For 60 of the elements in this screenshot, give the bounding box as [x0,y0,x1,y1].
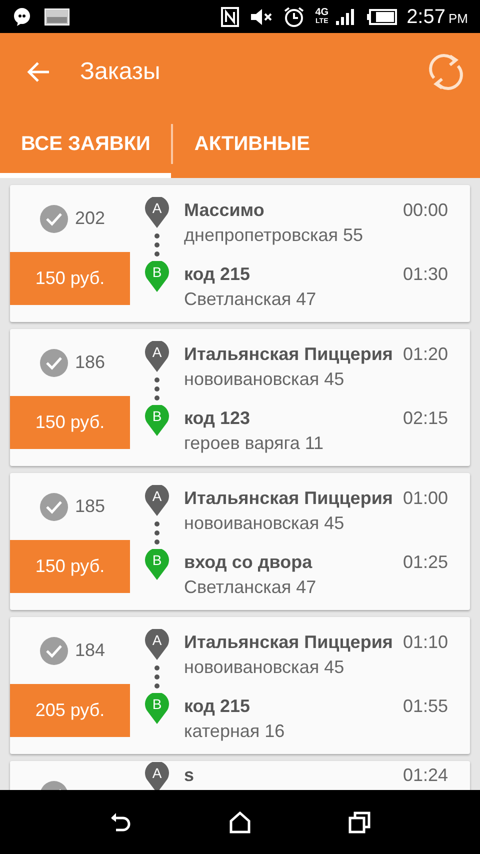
chat-icon [12,6,32,26]
stop-time: 01:20 [402,342,448,366]
price-tag: 150 руб. [10,540,130,593]
stop-address: катерная 16 [184,720,286,743]
price-tag: 205 руб. [10,684,130,737]
stop-name: код 215 [184,694,250,718]
order-card[interactable]: 184 205 руб. A Итальянская Пиццерия 01:10 новоивановская 45 B код 215 01:55 катерная 16 [10,617,470,754]
recent-apps-icon[interactable] [348,810,372,834]
order-number: 186 [75,351,106,374]
map-pin: B [145,261,169,293]
map-pin: B [145,405,169,437]
stop-address: днепропетровская 55 [184,224,364,247]
stop-address: новоивановская 45 [184,512,346,535]
stop-time: 01:24 [402,764,448,786]
stop-time: 00:00 [402,198,448,222]
stop-name: Итальянская Пиццерия [184,630,393,654]
order-number: 202 [75,207,106,230]
stop-name: код 123 [184,406,250,430]
stop-name: s [184,764,194,786]
stop-address: героев варяга 11 [184,432,325,455]
stop-address: новоивановская 45 [184,656,346,679]
map-pin: A [145,197,169,229]
stop-time: 01:30 [402,262,448,286]
clock-period: PM [448,10,468,28]
alarm-icon [283,6,306,28]
stop-name: Итальянская Пиццерия [184,486,393,510]
stop-address: Светланская 47 [184,576,318,599]
stop-time: 02:15 [402,406,448,430]
price-tag: 150 руб. [10,252,130,305]
screen-title: Заказы [80,56,160,86]
stop-time: 01:10 [402,630,448,654]
stop-time: 01:25 [402,550,448,574]
signal-icon [334,8,355,26]
order-card[interactable]: 202 150 руб. A Массимо 00:00 днепропетровская 55 B код 215 01:30 Светланская 47 [10,185,470,322]
battery-icon [366,8,397,24]
stop-time: 01:55 [402,694,448,718]
stop-time: 01:00 [402,486,448,510]
clock-time: 2:57 [406,4,446,30]
nfc-icon [221,6,240,26]
order-number: 184 [75,639,106,662]
order-card[interactable]: A s 01:24 [10,761,470,790]
map-pin: A [145,485,169,517]
stop-name: вход со двора [184,550,312,574]
back-arrow-icon[interactable] [26,60,50,82]
order-number: 185 [75,495,106,518]
price-tag: 150 руб. [10,396,130,449]
stop-name: код 215 [184,262,250,286]
map-pin: B [145,549,169,581]
order-card[interactable]: 186 150 руб. A Итальянская Пиццерия 01:20 новоивановская 45 B код 123 02:15 героев варяга 11 [10,329,470,466]
stop-name: Итальянская Пиццерия [184,342,393,366]
image-icon [44,8,70,26]
map-pin: B [145,693,169,725]
order-card[interactable]: 185 150 руб. A Итальянская Пиццерия 01:00 новоивановская 45 B вход со двора 01:25 Светланская 47 [10,473,470,610]
stop-name: Массимо [184,198,264,222]
stop-address: Светланская 47 [184,288,318,311]
map-pin: A [145,762,169,790]
home-icon[interactable] [228,810,252,834]
map-pin: A [145,629,169,661]
map-pin: A [145,341,169,373]
stop-address: новоивановская 45 [184,368,346,391]
